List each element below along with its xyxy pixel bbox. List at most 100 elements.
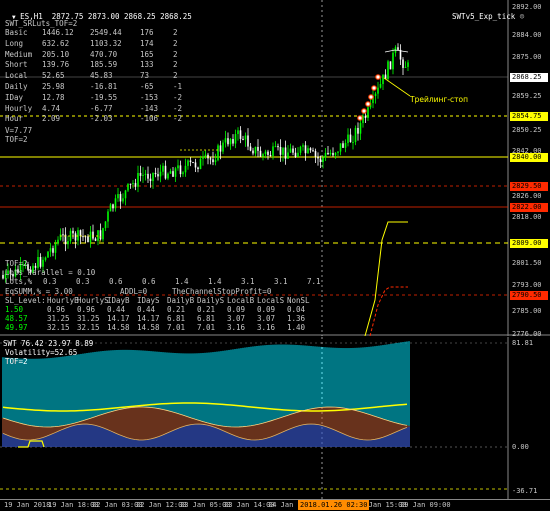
level-header: IDayS [137,296,160,305]
stat-cell: Daily [5,82,28,91]
level-cell: 31.25 [77,314,100,323]
level-cell: 31.25 [47,314,70,323]
lots-parallel: Lots_Parallel = 0.10 [5,268,96,277]
tof-readout: TOF=2 [5,135,28,144]
stat-cell: 12.78 [42,92,65,102]
level-header: NonSL [287,296,310,305]
price-label: 2840.00 [510,153,548,162]
trailing-stop-annotation: Трейлинг-стоп [410,95,469,104]
stat-cell: 133 [140,60,154,70]
time-label: 19 Jan 2018 [4,501,51,509]
stat-cell: Local [5,71,28,81]
stat-cell: 176 [140,28,154,37]
stat-cell: 2 [173,71,178,81]
indicator-canvas[interactable] [0,337,550,500]
stat-cell: Medium [5,49,33,59]
trailing-stop-marker [357,115,363,121]
price-label: 2801.50 [512,259,542,267]
stat-cell: -19.55 [90,92,118,102]
stat-cell: -1 [173,82,183,91]
stat-cell: 52.65 [42,71,65,81]
trailing-stop-marker [368,94,374,100]
stat-cell: 185.59 [90,60,118,70]
volatility-readout: Volatility=52.65 [5,348,78,357]
stat-cell: -16.81 [90,82,118,91]
lots-value: 3.1 [274,277,288,286]
stat-cell: 632.62 [42,38,70,48]
stat-cell: -6.77 [90,103,113,113]
indicator-axis-label: 0.00 [512,443,529,451]
level-header: DailyB [167,296,195,305]
indicator-subwindow[interactable] [0,337,550,500]
level-cell: 14.58 [107,323,130,332]
smiley-icon[interactable]: ☺ [520,12,525,21]
level-row-label: 49.97 [5,323,28,332]
level-cell: 3.16 [257,323,276,332]
lots-value: 1.4 [208,277,222,286]
trailing-stop-marker [371,85,377,91]
level-cell: 1.36 [287,314,306,323]
lots-value: 0.3 [76,277,90,286]
lots-label: Lots,% [5,277,33,286]
v-readout: V=7.77 [5,126,33,135]
channel-readout: TheChannelStopProfit=0 [172,287,272,296]
stat-cell: Hour [5,114,24,124]
stat-cell: 4.74 [42,103,61,113]
price-label: 2826.00 [512,192,542,200]
stat-cell: IDay [5,92,24,102]
lots-value: 7.1 [307,277,321,286]
stat-cell: -143 [140,103,159,113]
price-label: 2818.00 [512,213,542,221]
stat-cell: Long [5,38,24,48]
stat-cell: 2549.44 [90,28,122,37]
stat-cell: -65 [140,82,154,91]
stat-cell: 2 [173,49,178,59]
level-cell: 0.04 [287,305,306,314]
stat-cell: 2 [173,28,178,37]
lots-value: 0.6 [142,277,156,286]
stat-cell: 139.76 [42,60,70,70]
level-cell: 0.21 [197,305,216,314]
panel-title: SWT_SRLuts_TOF=2 [5,19,78,28]
level-cell: 1.40 [287,323,306,332]
lots-value: 0.3 [43,277,57,286]
price-label: 2822.00 [510,203,548,212]
price-label: 2859.25 [512,92,542,100]
trailing-stop-marker [375,74,381,80]
trailing-stop-marker [365,101,371,107]
stat-cell: -2.03 [90,114,113,124]
stat-cell: Basic [5,28,28,37]
stat-cell: -2 [173,92,183,102]
stat-cell: 174 [140,38,154,48]
stat-cell: 1446.12 [42,28,74,37]
stat-cell: -2 [173,114,183,124]
level-cell: 32.15 [77,323,100,332]
time-label: 23 Jan 14:00 [224,501,275,509]
level-cell: 3.07 [257,314,276,323]
price-label: 2790.50 [510,291,548,300]
price-label: 2892.00 [512,3,542,11]
level-cell: 32.15 [47,323,70,332]
indicator-axis-label: 81.81 [512,339,534,347]
stat-cell: 2.09 [42,114,61,124]
stat-cell: Hourly [5,103,33,113]
price-label: 2809.00 [510,239,548,248]
price-label: 2875.00 [512,53,542,61]
level-cell: 14.17 [137,314,160,323]
level-header: HourlyB [47,296,79,305]
indicator-header: SWT 76.42 23.97 8.89 [3,339,94,348]
stat-cell: 1103.32 [90,38,122,48]
stat-cell: 2 [173,38,178,48]
level-header: IDayB [107,296,130,305]
stat-cell: -153 [140,92,159,102]
level-cell: 7.01 [167,323,186,332]
time-label: 29 Jan 09:00 [400,501,451,509]
price-label: 2785.00 [512,307,542,315]
eqsumm-readout: EqSUMM,% = 3.00 [5,287,73,296]
price-label: 2793.00 [512,281,542,289]
level-cell: 0.44 [137,305,156,314]
level-header: SL_Level: [5,296,46,305]
level-cell: 14.17 [107,314,130,323]
stat-cell: -106 [140,114,159,124]
stat-cell: 165 [140,49,154,59]
